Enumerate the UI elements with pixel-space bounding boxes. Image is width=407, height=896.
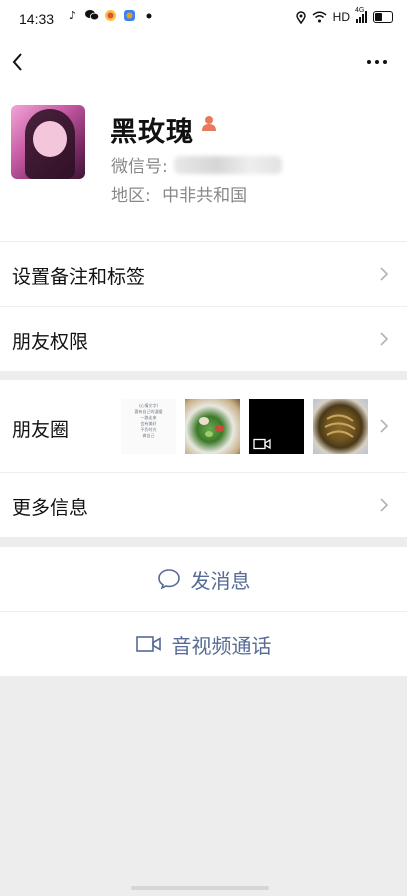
wechat-id-value-blurred — [173, 155, 282, 174]
signal-label: 4G — [355, 7, 365, 14]
location-icon — [295, 10, 306, 24]
wechat-id-label: 微信号: — [111, 157, 168, 177]
status-time: 14:33 — [19, 11, 55, 27]
moments-label: 朋友圈 — [12, 419, 70, 441]
moments-thumb-text[interactable]: (心情文字) 要有自己的温暖 一路走来 会有美好 不负时光 做自己 — [121, 399, 176, 454]
remark-tags-row[interactable]: 设置备注和标签 — [0, 242, 407, 306]
avatar[interactable] — [11, 105, 85, 179]
region-row: 地区: 中非共和国 — [111, 181, 247, 206]
chevron-right-icon — [380, 498, 389, 512]
battery-icon — [373, 11, 393, 23]
video-call-label: 音视频通话 — [171, 633, 272, 658]
app-icon — [104, 9, 117, 22]
chat-bubble-icon — [157, 569, 180, 590]
settings-section: 设置备注和标签 朋友权限 — [0, 242, 407, 371]
notification-icons: ♪ — [66, 9, 155, 22]
more-info-label: 更多信息 — [12, 497, 89, 519]
nickname: 黑玫瑰 — [110, 117, 194, 148]
video-call-button[interactable]: 音视频通话 — [0, 611, 407, 676]
moments-thumb-video[interactable] — [249, 399, 304, 454]
moments-section: 朋友圈 (心情文字) 要有自己的温暖 一路走来 会有美好 不负时光 做自己 更多… — [0, 380, 407, 537]
remark-tags-label: 设置备注和标签 — [12, 266, 146, 288]
back-button[interactable] — [6, 46, 38, 78]
top-nav — [0, 40, 407, 84]
region-value: 中非共和国 — [162, 186, 248, 206]
wechat-id-row: 微信号: — [111, 152, 282, 177]
tiktok-icon: ♪ — [68, 9, 77, 22]
chevron-left-icon — [12, 53, 22, 71]
moments-thumb-noodles[interactable] — [313, 399, 368, 454]
app-icon — [123, 9, 136, 22]
network-label: HD — [332, 10, 350, 24]
more-dots-icon — [367, 60, 387, 64]
wifi-icon — [312, 11, 327, 23]
more-button[interactable] — [361, 46, 393, 78]
dot-icon — [142, 9, 155, 22]
chevron-right-icon — [380, 267, 389, 281]
chevron-right-icon — [380, 332, 389, 346]
friend-permissions-row[interactable]: 朋友权限 — [0, 306, 407, 371]
wechat-icon — [85, 9, 100, 22]
moments-thumb-food[interactable] — [185, 399, 240, 454]
video-camera-icon — [135, 636, 161, 652]
friend-permissions-label: 朋友权限 — [12, 331, 89, 353]
profile-card: 黑玫瑰 微信号: 地区: 中非共和国 — [0, 84, 407, 241]
region-label: 地区: — [111, 186, 151, 206]
home-indicator[interactable] — [131, 886, 269, 890]
video-camera-icon — [253, 438, 271, 450]
moments-thumbnails: (心情文字) 要有自己的温暖 一路走来 会有美好 不负时光 做自己 — [121, 399, 368, 454]
send-message-button[interactable]: 发消息 — [0, 547, 407, 611]
moments-row[interactable]: 朋友圈 (心情文字) 要有自己的温暖 一路走来 会有美好 不负时光 做自己 — [0, 380, 407, 472]
signal-icon: 4G — [355, 7, 367, 23]
more-info-row[interactable]: 更多信息 — [0, 472, 407, 537]
female-person-icon — [202, 116, 216, 131]
chevron-right-icon — [380, 419, 389, 433]
status-bar: 14:33 ♪ HD 4G — [0, 0, 407, 40]
actions-section: 发消息 音视频通话 — [0, 547, 407, 676]
status-right: HD 4G — [295, 7, 393, 24]
send-message-label: 发消息 — [190, 568, 251, 593]
